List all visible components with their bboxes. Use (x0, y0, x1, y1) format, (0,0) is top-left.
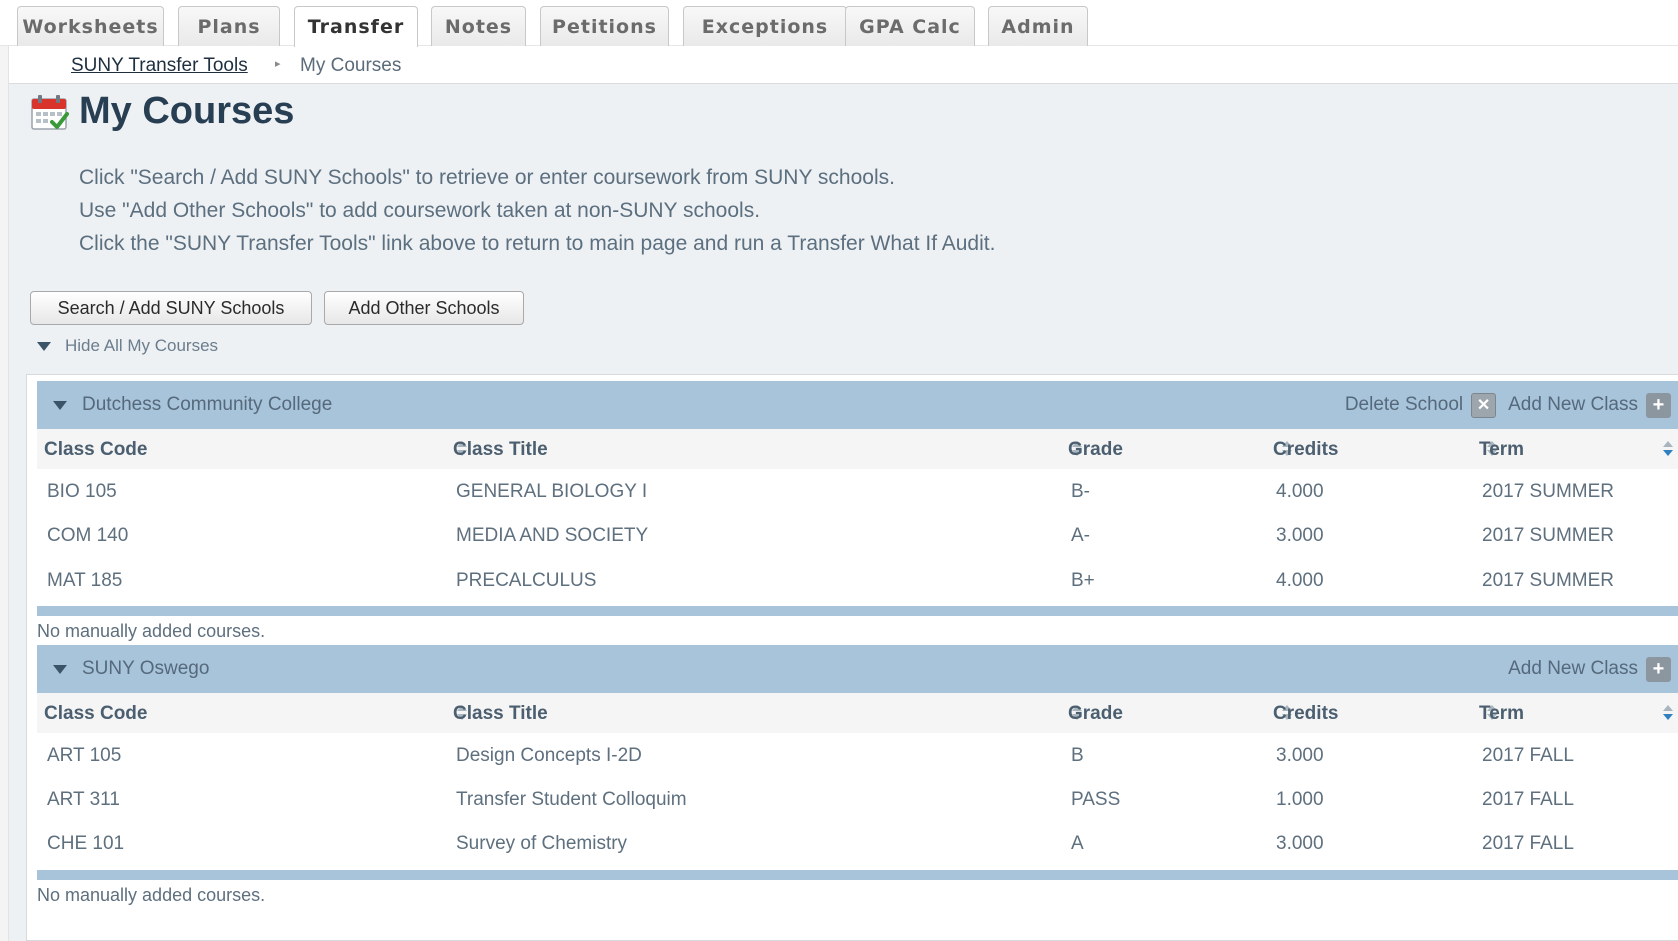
cell-credits: 3.000 (1276, 525, 1324, 546)
instruction-line: Use "Add Other Schools" to add coursewor… (79, 199, 761, 222)
tab-gpa-calc[interactable]: GPA Calc (845, 6, 975, 46)
delete-school-link[interactable]: Delete School (1345, 394, 1463, 416)
school-name: SUNY Oswego (82, 658, 210, 679)
cell-credits: 4.000 (1276, 570, 1324, 591)
school-header-dutchess[interactable]: Dutchess Community College Delete School… (37, 381, 1678, 429)
school-actions: Add New Class + (1508, 645, 1671, 693)
cell-class-title: Survey of Chemistry (456, 833, 628, 854)
add-new-class-link[interactable]: Add New Class (1508, 658, 1638, 680)
cell-class-title: MEDIA AND SOCIETY (456, 525, 649, 546)
delete-icon[interactable]: ✕ (1471, 392, 1497, 418)
table-row[interactable]: ART 105 Design Concepts I-2D B 3.000 201… (37, 734, 1678, 776)
table-header: Class Code Class Title Grade Credits Ter… (37, 693, 1678, 733)
tab-transfer[interactable]: Transfer (294, 6, 418, 47)
collapse-triangle-icon (37, 341, 51, 351)
cell-term: 2017 SUMMER (1482, 525, 1614, 546)
table-row[interactable]: MAT 185 PRECALCULUS B+ 4.000 2017 SUMMER (37, 559, 1678, 601)
cell-class-code: ART 311 (47, 789, 120, 810)
tab-worksheets[interactable]: Worksheets (17, 6, 164, 46)
cell-class-title: Design Concepts I-2D (456, 745, 642, 766)
plus-icon[interactable]: + (1646, 656, 1671, 682)
hide-all-label: Hide All My Courses (65, 336, 219, 355)
cell-term: 2017 SUMMER (1482, 570, 1614, 591)
cell-grade: B+ (1071, 570, 1095, 591)
cell-class-code: COM 140 (47, 525, 129, 546)
cell-class-title: PRECALCULUS (456, 570, 597, 591)
top-tab-bar: Worksheets Plans Transfer Notes Petition… (0, 0, 1678, 47)
left-gutter (0, 46, 9, 941)
tab-plans[interactable]: Plans (178, 6, 280, 46)
column-header-term[interactable]: Term (1479, 703, 1524, 725)
school-actions: Delete School ✕ Add New Class + (1345, 381, 1671, 429)
cell-term: 2017 FALL (1482, 789, 1574, 810)
column-header-credits[interactable]: Credits (1273, 439, 1338, 461)
tab-notes[interactable]: Notes (431, 6, 526, 46)
cell-class-code: CHE 101 (47, 833, 125, 854)
cell-credits: 1.000 (1276, 789, 1324, 810)
collapse-triangle-icon[interactable] (53, 400, 67, 410)
cell-class-code: ART 105 (47, 745, 122, 766)
school-name: Dutchess Community College (82, 394, 333, 415)
sort-active-icon[interactable] (1663, 705, 1673, 721)
breadcrumb: SUNY Transfer Tools ▸ My Courses (9, 47, 1678, 84)
plus-icon[interactable]: + (1646, 392, 1671, 418)
cell-class-code: MAT 185 (47, 570, 123, 591)
instruction-line: Click "Search / Add SUNY Schools" to ret… (79, 166, 895, 189)
cell-credits: 3.000 (1276, 833, 1324, 854)
add-other-schools-button[interactable]: Add Other Schools (324, 291, 524, 325)
cell-grade: PASS (1071, 789, 1121, 810)
column-header-term[interactable]: Term (1479, 439, 1524, 461)
table-footer-bar (37, 870, 1678, 880)
table-footer-bar (37, 606, 1678, 616)
column-header-grade[interactable]: Grade (1068, 703, 1123, 725)
cell-class-code: BIO 105 (47, 481, 117, 502)
cell-class-title: GENERAL BIOLOGY I (456, 481, 648, 502)
column-header-credits[interactable]: Credits (1273, 703, 1338, 725)
cell-term: 2017 SUMMER (1482, 481, 1614, 502)
instruction-line: Click the "SUNY Transfer Tools" link abo… (79, 232, 996, 255)
school-header-oswego[interactable]: SUNY Oswego Add New Class + (37, 645, 1678, 693)
instructions: Click "Search / Add SUNY Schools" to ret… (79, 161, 995, 260)
column-header-class-code[interactable]: Class Code (44, 703, 147, 725)
tab-exceptions[interactable]: Exceptions (683, 6, 847, 46)
courses-panel: Dutchess Community College Delete School… (26, 374, 1678, 941)
calendar-check-icon (31, 95, 69, 130)
tab-admin[interactable]: Admin (988, 6, 1088, 46)
page-title: My Courses (79, 90, 295, 132)
collapse-triangle-icon[interactable] (53, 664, 67, 674)
column-header-class-title[interactable]: Class Title (453, 703, 548, 725)
column-header-class-code[interactable]: Class Code (44, 439, 147, 461)
cell-term: 2017 FALL (1482, 833, 1574, 854)
sort-active-icon[interactable] (1663, 441, 1673, 457)
cell-grade: B (1071, 745, 1084, 766)
add-new-class-link[interactable]: Add New Class (1508, 394, 1638, 416)
tab-petitions[interactable]: Petitions (540, 6, 669, 46)
table-row[interactable]: CHE 101 Survey of Chemistry A 3.000 2017… (37, 822, 1678, 864)
breadcrumb-link-suny-transfer-tools[interactable]: SUNY Transfer Tools (71, 55, 248, 77)
cell-credits: 4.000 (1276, 481, 1324, 502)
breadcrumb-separator-icon: ▸ (275, 58, 281, 70)
hide-all-courses-toggle[interactable]: Hide All My Courses (37, 336, 218, 356)
main-content: My Courses Click "Search / Add SUNY Scho… (9, 84, 1678, 941)
table-header: Class Code Class Title Grade Credits Ter… (37, 429, 1678, 469)
no-manual-courses-note: No manually added courses. (37, 621, 266, 641)
cell-grade: A (1071, 833, 1084, 854)
breadcrumb-current: My Courses (300, 55, 402, 76)
table-row[interactable]: BIO 105 GENERAL BIOLOGY I B- 4.000 2017 … (37, 470, 1678, 512)
cell-grade: A- (1071, 525, 1090, 546)
cell-term: 2017 FALL (1482, 745, 1574, 766)
no-manual-courses-note: No manually added courses. (37, 885, 266, 905)
column-header-class-title[interactable]: Class Title (453, 439, 548, 461)
search-add-suny-schools-button[interactable]: Search / Add SUNY Schools (30, 291, 312, 325)
table-row[interactable]: COM 140 MEDIA AND SOCIETY A- 3.000 2017 … (37, 514, 1678, 556)
cell-grade: B- (1071, 481, 1090, 502)
cell-class-title: Transfer Student Colloquim (456, 789, 687, 810)
column-header-grade[interactable]: Grade (1068, 439, 1123, 461)
table-row[interactable]: ART 311 Transfer Student Colloquim PASS … (37, 778, 1678, 820)
cell-credits: 3.000 (1276, 745, 1324, 766)
